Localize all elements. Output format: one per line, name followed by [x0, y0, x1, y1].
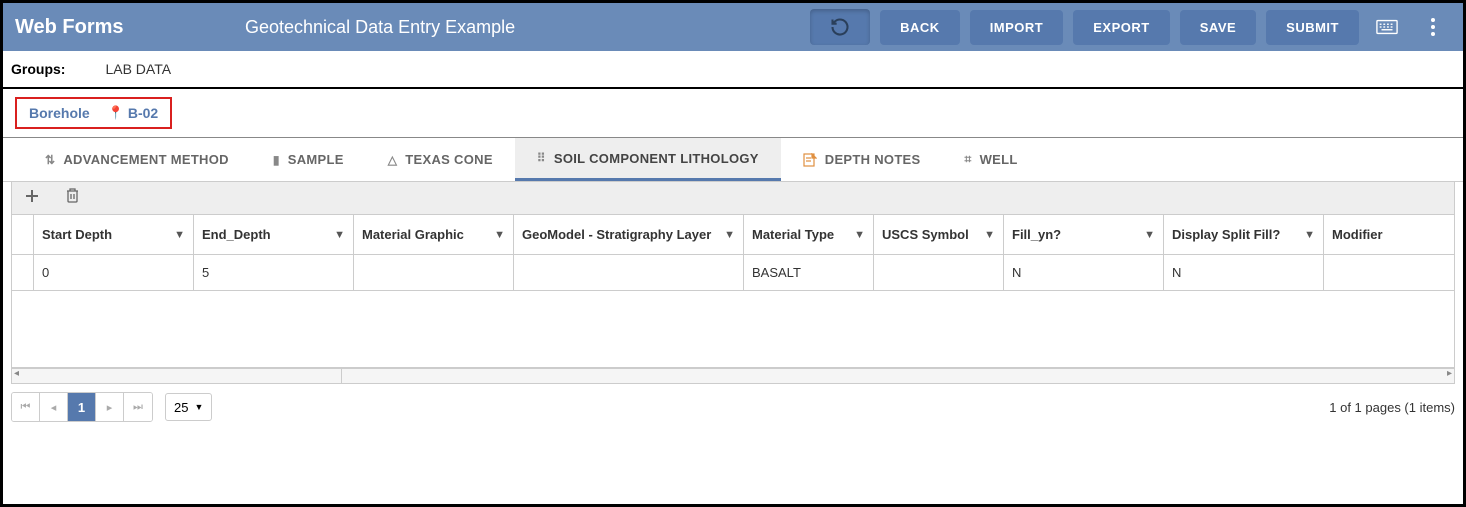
- sample-icon: ▮: [273, 153, 280, 167]
- pager-last-button[interactable]: ⏭: [124, 393, 152, 421]
- cell-display-split[interactable]: N: [1164, 255, 1324, 290]
- column-header[interactable]: End_Depth▼: [194, 215, 354, 254]
- cell-uscs[interactable]: [874, 255, 1004, 290]
- lithology-icon: ⠿: [537, 151, 546, 165]
- column-header[interactable]: USCS Symbol▼: [874, 215, 1004, 254]
- borehole-value: B-02: [128, 105, 158, 121]
- cell-end-depth[interactable]: 5: [194, 255, 354, 290]
- add-row-button[interactable]: [22, 189, 42, 208]
- groups-value[interactable]: LAB DATA: [105, 61, 171, 77]
- back-button[interactable]: BACK: [880, 10, 960, 45]
- borehole-selector[interactable]: Borehole 📍 B-02: [15, 97, 172, 129]
- trash-icon: [66, 188, 79, 203]
- filter-icon[interactable]: ▼: [174, 229, 185, 241]
- cell-start-depth[interactable]: 0: [34, 255, 194, 290]
- caret-down-icon: ▼: [194, 402, 203, 412]
- refresh-button[interactable]: [810, 9, 870, 45]
- tab-label: SAMPLE: [288, 152, 344, 167]
- pin-icon: 📍: [108, 105, 124, 121]
- tab-label: DEPTH NOTES: [825, 152, 921, 167]
- keyboard-button[interactable]: [1369, 9, 1405, 45]
- sort-icon: ⇅: [45, 153, 55, 167]
- horizontal-scrollbar[interactable]: [11, 368, 1455, 384]
- tab-sample[interactable]: ▮ SAMPLE: [251, 138, 366, 181]
- app-title: Web Forms: [15, 16, 245, 39]
- tab-texas-cone[interactable]: △ TEXAS CONE: [366, 138, 515, 181]
- groups-label: Groups:: [11, 61, 65, 77]
- tab-soil-component-lithology[interactable]: ⠿ SOIL COMPONENT LITHOLOGY: [515, 138, 781, 181]
- pager-next-button[interactable]: ▸: [96, 393, 124, 421]
- pager-page-button[interactable]: 1: [68, 393, 96, 421]
- cell-geomodel[interactable]: [514, 255, 744, 290]
- tab-label: SOIL COMPONENT LITHOLOGY: [554, 151, 759, 166]
- filter-icon[interactable]: ▼: [724, 229, 735, 241]
- borehole-label: Borehole: [29, 105, 90, 121]
- tab-label: WELL: [980, 152, 1018, 167]
- column-header[interactable]: GeoModel - Stratigraphy Layer▼: [514, 215, 744, 254]
- page-info: 1 of 1 pages (1 items): [1329, 400, 1455, 415]
- cone-icon: △: [388, 153, 398, 167]
- well-icon: ⌗: [965, 152, 972, 167]
- column-header[interactable]: Material Graphic▼: [354, 215, 514, 254]
- tab-depth-notes[interactable]: DEPTH NOTES: [781, 138, 943, 181]
- pager-first-button[interactable]: ⏮: [12, 393, 40, 421]
- table-row[interactable]: 0 5 BASALT N N: [12, 255, 1454, 291]
- filter-icon[interactable]: ▼: [494, 229, 505, 241]
- page-size-select[interactable]: 25▼: [165, 393, 212, 421]
- grid-header: Start Depth▼ End_Depth▼ Material Graphic…: [12, 215, 1454, 255]
- tab-advancement-method[interactable]: ⇅ ADVANCEMENT METHOD: [23, 138, 251, 181]
- export-button[interactable]: EXPORT: [1073, 10, 1169, 45]
- more-vertical-icon: [1431, 18, 1435, 36]
- tab-label: ADVANCEMENT METHOD: [63, 152, 229, 167]
- pager: ⏮ ◂ 1 ▸ ⏭: [11, 392, 153, 422]
- save-button[interactable]: SAVE: [1180, 10, 1256, 45]
- tab-well[interactable]: ⌗ WELL: [943, 138, 1040, 181]
- cell-material-type[interactable]: BASALT: [744, 255, 874, 290]
- filter-icon[interactable]: ▼: [334, 229, 345, 241]
- page-subtitle: Geotechnical Data Entry Example: [245, 17, 515, 38]
- column-header[interactable]: Display Split Fill?▼: [1164, 215, 1324, 254]
- cell-fill-yn[interactable]: N: [1004, 255, 1164, 290]
- delete-row-button[interactable]: [62, 188, 82, 208]
- notes-icon: [803, 153, 817, 167]
- filter-icon[interactable]: ▼: [1144, 229, 1155, 241]
- keyboard-icon: [1376, 19, 1398, 35]
- tab-label: TEXAS CONE: [405, 152, 493, 167]
- more-menu-button[interactable]: [1415, 9, 1451, 45]
- filter-icon[interactable]: ▼: [854, 229, 865, 241]
- import-button[interactable]: IMPORT: [970, 10, 1064, 45]
- column-header[interactable]: Modifier: [1324, 215, 1454, 254]
- plus-icon: [25, 189, 39, 203]
- submit-button[interactable]: SUBMIT: [1266, 10, 1359, 45]
- column-header[interactable]: Material Type▼: [744, 215, 874, 254]
- filter-icon[interactable]: ▼: [984, 229, 995, 241]
- cell-modifier[interactable]: [1324, 255, 1454, 290]
- column-header[interactable]: Fill_yn?▼: [1004, 215, 1164, 254]
- column-header[interactable]: Start Depth▼: [34, 215, 194, 254]
- filter-icon[interactable]: ▼: [1304, 229, 1315, 241]
- cell-material-graphic[interactable]: [354, 255, 514, 290]
- refresh-icon: [830, 17, 850, 37]
- pager-prev-button[interactable]: ◂: [40, 393, 68, 421]
